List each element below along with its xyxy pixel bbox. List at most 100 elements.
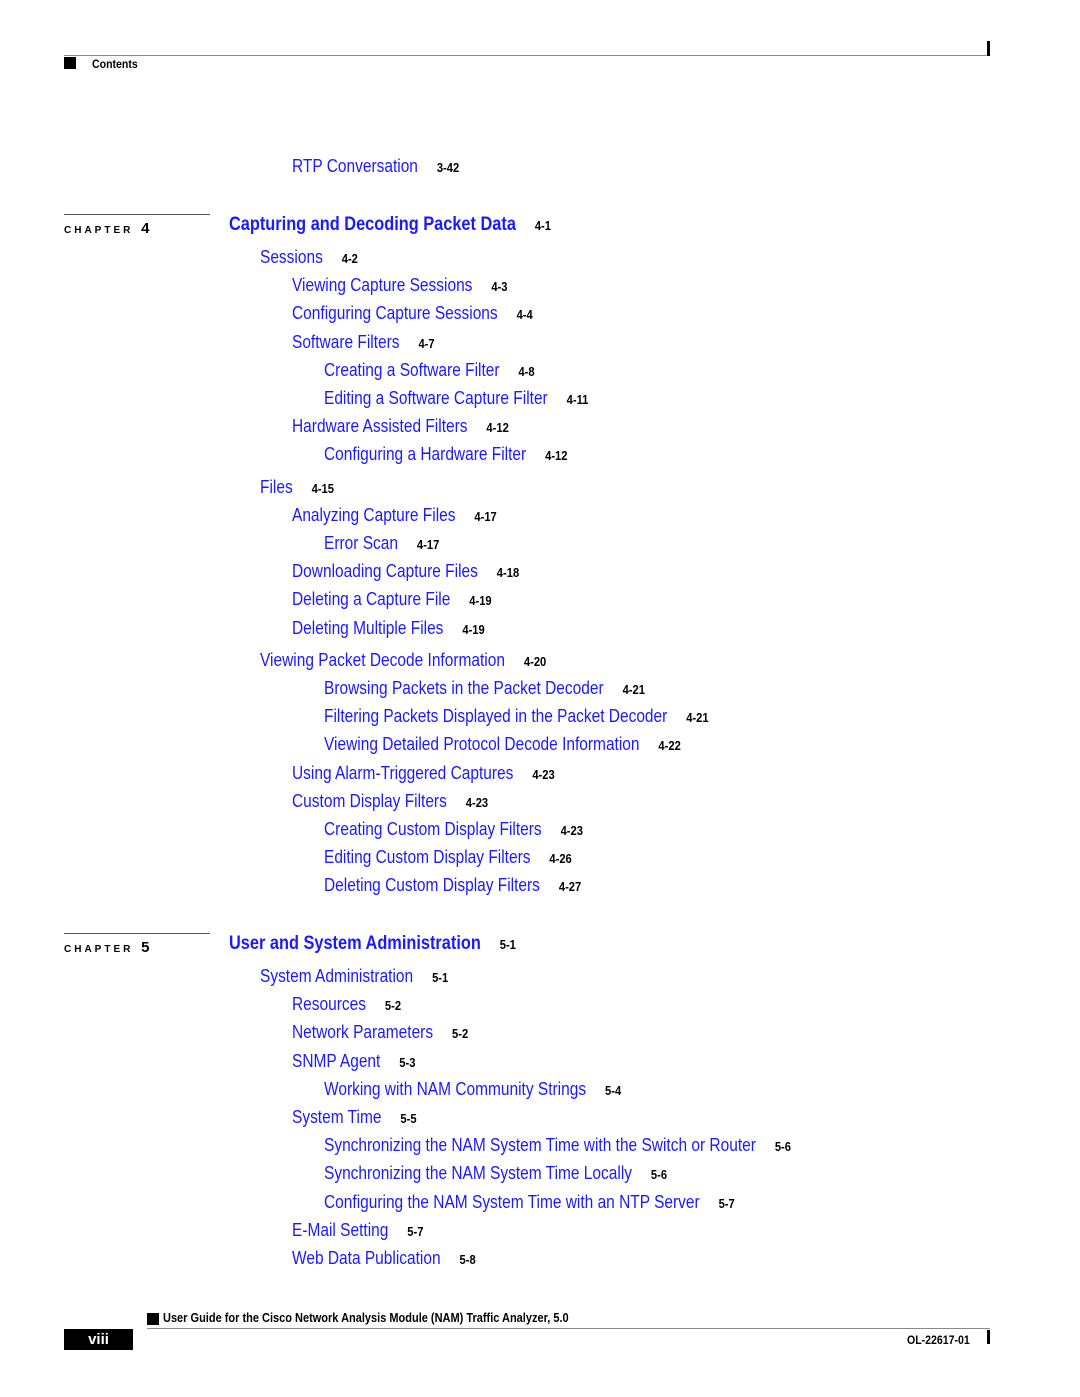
toc-entry[interactable]: E-Mail Setting 5-7	[292, 1220, 423, 1242]
toc-entry-page[interactable]: 5-2	[385, 998, 401, 1013]
toc-entry-page[interactable]: 5-3	[399, 1055, 415, 1070]
toc-entry-title[interactable]: Error Scan	[324, 533, 398, 553]
toc-entry[interactable]: Deleting Custom Display Filters 4-27	[324, 875, 581, 897]
toc-entry[interactable]: Hardware Assisted Filters 4-12	[292, 416, 509, 438]
toc-entry[interactable]: RTP Conversation 3-42	[292, 156, 459, 178]
toc-entry-page[interactable]: 4-21	[623, 682, 645, 697]
toc-entry-page[interactable]: 4-20	[524, 654, 546, 669]
toc-entry[interactable]: SNMP Agent 5-3	[292, 1051, 415, 1073]
toc-entry-title[interactable]: Deleting a Capture File	[292, 589, 450, 609]
toc-entry[interactable]: Deleting a Capture File 4-19	[292, 589, 492, 611]
toc-entry[interactable]: Viewing Packet Decode Information 4-20	[260, 650, 546, 672]
toc-entry-title[interactable]: Analyzing Capture Files	[292, 505, 455, 525]
toc-entry-title[interactable]: Creating a Software Filter	[324, 360, 500, 380]
toc-entry[interactable]: Error Scan 4-17	[324, 533, 439, 555]
toc-entry-title[interactable]: Viewing Detailed Protocol Decode Informa…	[324, 734, 640, 754]
toc-entry[interactable]: Custom Display Filters 4-23	[292, 791, 488, 813]
toc-entry-title[interactable]: System Administration	[260, 966, 413, 986]
toc-entry-title[interactable]: Hardware Assisted Filters	[292, 416, 468, 436]
toc-entry-title[interactable]: Deleting Multiple Files	[292, 618, 443, 638]
toc-entry-title[interactable]: Capturing and Decoding Packet Data	[229, 214, 516, 235]
toc-entry-page[interactable]: 5-7	[407, 1224, 423, 1239]
toc-entry-title[interactable]: Custom Display Filters	[292, 791, 447, 811]
toc-entry-page[interactable]: 5-4	[605, 1083, 621, 1098]
toc-entry-page[interactable]: 5-1	[500, 937, 516, 952]
toc-entry-title[interactable]: Files	[260, 477, 293, 497]
toc-entry[interactable]: Editing a Software Capture Filter 4-11	[324, 388, 588, 410]
toc-entry-page[interactable]: 4-17	[474, 509, 496, 524]
toc-entry-page[interactable]: 4-27	[559, 879, 581, 894]
toc-entry-title[interactable]: Sessions	[260, 247, 323, 267]
toc-entry-page[interactable]: 3-42	[437, 160, 459, 175]
toc-entry[interactable]: Synchronizing the NAM System Time with t…	[324, 1135, 791, 1157]
toc-entry-page[interactable]: 5-6	[775, 1139, 791, 1154]
toc-entry-title[interactable]: Using Alarm-Triggered Captures	[292, 763, 513, 783]
toc-entry[interactable]: Configuring the NAM System Time with an …	[324, 1192, 735, 1214]
toc-entry[interactable]: Editing Custom Display Filters 4-26	[324, 847, 572, 869]
toc-entry-page[interactable]: 4-21	[686, 710, 708, 725]
toc-entry-title[interactable]: SNMP Agent	[292, 1051, 380, 1071]
chapter-title-link[interactable]: User and System Administration 5-1	[229, 934, 516, 955]
toc-entry-page[interactable]: 4-3	[491, 279, 507, 294]
toc-entry-page[interactable]: 4-12	[545, 448, 567, 463]
toc-entry[interactable]: Filtering Packets Displayed in the Packe…	[324, 706, 709, 728]
toc-entry[interactable]: Configuring a Hardware Filter 4-12	[324, 444, 568, 466]
toc-entry-page[interactable]: 4-18	[497, 565, 519, 580]
chapter-title-link[interactable]: Capturing and Decoding Packet Data 4-1	[229, 215, 551, 236]
toc-entry-page[interactable]: 4-26	[549, 851, 571, 866]
toc-entry-title[interactable]: Configuring Capture Sessions	[292, 303, 498, 323]
toc-entry-title[interactable]: Synchronizing the NAM System Time Locall…	[324, 1163, 632, 1183]
toc-entry[interactable]: System Administration 5-1	[260, 966, 448, 988]
toc-entry-page[interactable]: 4-4	[517, 307, 533, 322]
toc-entry-title[interactable]: Configuring the NAM System Time with an …	[324, 1192, 700, 1212]
toc-entry-title[interactable]: Working with NAM Community Strings	[324, 1079, 586, 1099]
toc-entry[interactable]: Files 4-15	[260, 477, 334, 499]
toc-entry-title[interactable]: Resources	[292, 994, 366, 1014]
toc-entry-title[interactable]: Browsing Packets in the Packet Decoder	[324, 678, 604, 698]
toc-entry-title[interactable]: Editing Custom Display Filters	[324, 847, 530, 867]
toc-entry-title[interactable]: Viewing Capture Sessions	[292, 275, 472, 295]
toc-entry-title[interactable]: Filtering Packets Displayed in the Packe…	[324, 706, 667, 726]
toc-entry-title[interactable]: Creating Custom Display Filters	[324, 819, 542, 839]
toc-entry-title[interactable]: Software Filters	[292, 332, 400, 352]
toc-entry-page[interactable]: 4-11	[567, 392, 589, 407]
toc-entry[interactable]: Configuring Capture Sessions 4-4	[292, 303, 533, 325]
toc-entry[interactable]: Using Alarm-Triggered Captures 4-23	[292, 763, 555, 785]
toc-entry-page[interactable]: 4-1	[535, 218, 551, 233]
toc-entry[interactable]: Software Filters 4-7	[292, 332, 435, 354]
toc-entry[interactable]: Working with NAM Community Strings 5-4	[324, 1079, 621, 1101]
toc-entry-page[interactable]: 4-23	[532, 767, 554, 782]
toc-entry-title[interactable]: Configuring a Hardware Filter	[324, 444, 526, 464]
toc-entry[interactable]: Browsing Packets in the Packet Decoder 4-…	[324, 678, 645, 700]
toc-entry-page[interactable]: 5-7	[719, 1196, 735, 1211]
toc-entry[interactable]: Analyzing Capture Files 4-17	[292, 505, 497, 527]
toc-entry-page[interactable]: 4-17	[417, 537, 439, 552]
toc-entry-page[interactable]: 4-19	[462, 622, 484, 637]
toc-entry-page[interactable]: 4-15	[312, 481, 334, 496]
toc-entry-title[interactable]: Viewing Packet Decode Information	[260, 650, 505, 670]
toc-entry-page[interactable]: 5-5	[400, 1111, 416, 1126]
toc-entry[interactable]: System Time 5-5	[292, 1107, 417, 1129]
toc-entry-page[interactable]: 5-2	[452, 1026, 468, 1041]
toc-entry-title[interactable]: Web Data Publication	[292, 1248, 441, 1268]
toc-entry[interactable]: Deleting Multiple Files 4-19	[292, 618, 485, 640]
toc-entry[interactable]: Creating Custom Display Filters 4-23	[324, 819, 583, 841]
toc-entry[interactable]: Web Data Publication 5-8	[292, 1248, 476, 1270]
toc-entry-page[interactable]: 5-8	[460, 1252, 476, 1267]
toc-entry[interactable]: Viewing Capture Sessions 4-3	[292, 275, 508, 297]
toc-entry-title[interactable]: Network Parameters	[292, 1022, 433, 1042]
toc-entry-page[interactable]: 5-1	[432, 970, 448, 985]
toc-entry[interactable]: Viewing Detailed Protocol Decode Informa…	[324, 734, 681, 756]
toc-entry-page[interactable]: 5-6	[651, 1167, 667, 1182]
toc-entry[interactable]: Network Parameters 5-2	[292, 1022, 468, 1044]
toc-entry-page[interactable]: 4-23	[466, 795, 488, 810]
toc-entry[interactable]: Creating a Software Filter 4-8	[324, 360, 535, 382]
toc-entry[interactable]: Synchronizing the NAM System Time Locall…	[324, 1163, 667, 1185]
toc-entry-title[interactable]: System Time	[292, 1107, 381, 1127]
toc-entry[interactable]: Resources 5-2	[292, 994, 401, 1016]
toc-entry-title[interactable]: E-Mail Setting	[292, 1220, 388, 1240]
toc-entry-page[interactable]: 4-22	[658, 738, 680, 753]
toc-entry-title[interactable]: Downloading Capture Files	[292, 561, 478, 581]
toc-entry[interactable]: Downloading Capture Files 4-18	[292, 561, 519, 583]
toc-entry-page[interactable]: 4-19	[469, 593, 491, 608]
